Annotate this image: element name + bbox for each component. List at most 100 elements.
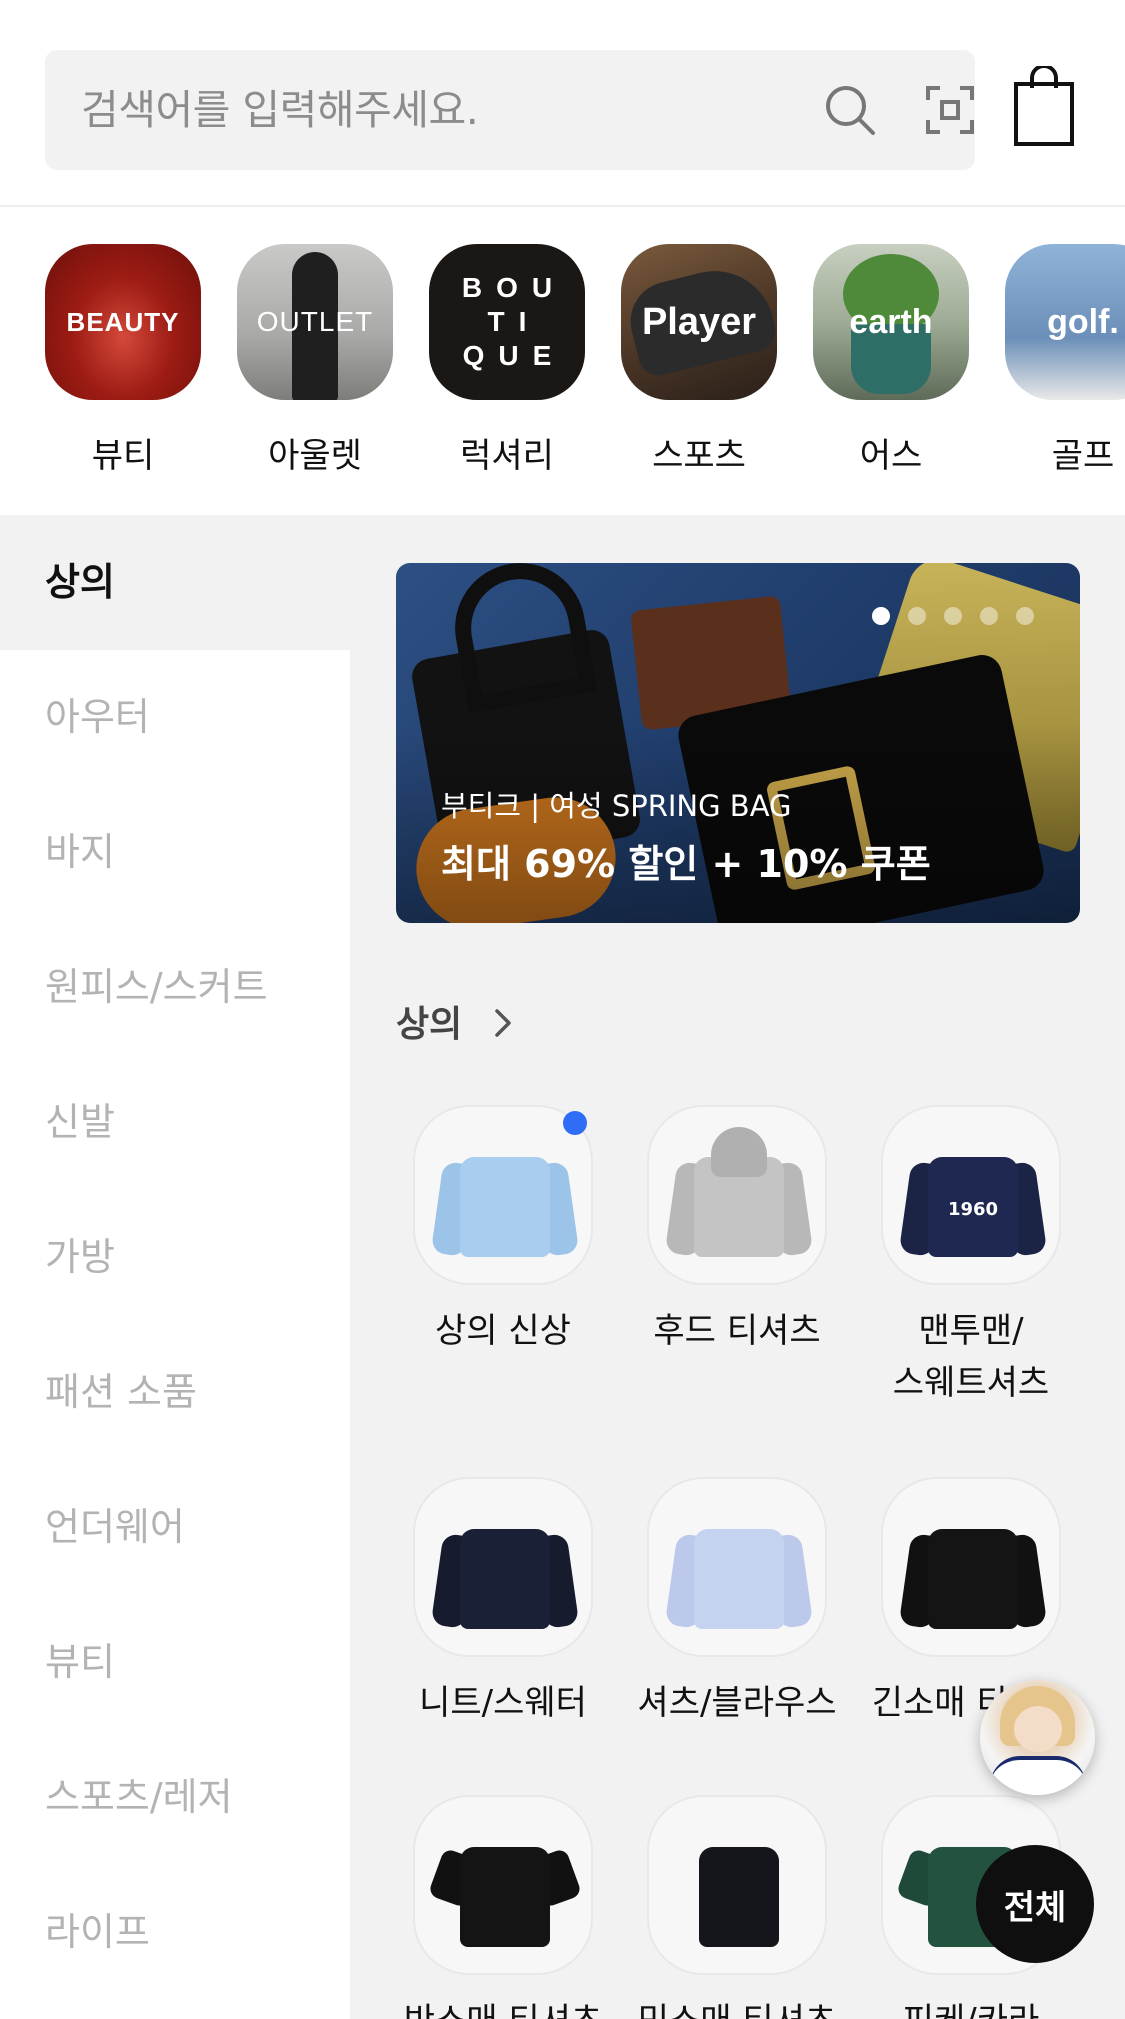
- category-shirt-blouse[interactable]: 셔츠/블라우스: [620, 1477, 854, 1729]
- avatar-shirt: [990, 1756, 1086, 1795]
- brand-label: 스포츠: [652, 436, 746, 476]
- sidebar-item-label: 상의: [45, 560, 115, 604]
- sidebar-item-tops[interactable]: 상의: [0, 515, 350, 650]
- brand-label: 어스: [859, 436, 923, 476]
- long-sleeve-tee-image: [928, 1529, 1018, 1629]
- sidebar-item-bags[interactable]: 가방: [0, 1190, 350, 1325]
- brand-thumbnail: Player: [621, 244, 777, 400]
- category-label: 니트/스웨터: [419, 1683, 587, 1723]
- search-input[interactable]: 검색어를 입력해주세요.: [81, 50, 479, 170]
- sidebar-item-label: 언더웨어: [45, 1505, 185, 1549]
- sidebar-item-label: 바지: [45, 830, 115, 874]
- sidebar-item-label: 원피스/스커트: [45, 965, 268, 1009]
- sidebar-item-label: 아우터: [45, 695, 150, 739]
- category-thumbnail: [413, 1795, 593, 1975]
- category-label: 민소매 티셔츠: [620, 1995, 854, 2019]
- category-thumbnail: 1960: [881, 1105, 1061, 1285]
- view-all-button[interactable]: 전체: [976, 1845, 1094, 1963]
- brand-label: 뷰티: [91, 436, 155, 476]
- brand-logo-text: earth: [849, 302, 933, 341]
- category-thumbnail: [413, 1105, 593, 1285]
- category-knit[interactable]: 니트/스웨터: [386, 1477, 620, 1729]
- tshirt-image: [460, 1847, 550, 1947]
- shopping-bag-icon[interactable]: [1012, 66, 1076, 148]
- promo-banner[interactable]: 부티크 | 여성 SPRING BAG 최대 69% 할인 + 10% 쿠폰: [396, 563, 1080, 923]
- sidebar-item-beauty[interactable]: 뷰티: [0, 1595, 350, 1730]
- category-label: 맨투맨/ 스웨트셔츠: [892, 1311, 1050, 1403]
- sidebar-item-accessories[interactable]: 패션 소품: [0, 1325, 350, 1460]
- sidebar-item-shoes[interactable]: 신발: [0, 1055, 350, 1190]
- sidebar-item-outer[interactable]: 아우터: [0, 650, 350, 785]
- knit-sweater-image: [460, 1157, 550, 1257]
- section-title[interactable]: 상의: [396, 995, 462, 1047]
- category-thumbnail: [647, 1795, 827, 1975]
- carousel-indicator: [872, 607, 1034, 625]
- carousel-dot[interactable]: [944, 607, 962, 625]
- brand-logo-text: golf.: [1047, 302, 1119, 341]
- brand-logo-text: Player: [641, 300, 757, 343]
- brand-outlet[interactable]: OUTLET 아울렛: [237, 244, 393, 477]
- scan-icon[interactable]: [920, 80, 980, 140]
- brand-earth[interactable]: earth 어스: [813, 244, 969, 477]
- sidebar-item-label: 라이프: [45, 1910, 150, 1954]
- brand-shortcuts: BEAUTY 뷰티 OUTLET 아울렛 BOU TI QUE 럭셔리 Play…: [0, 207, 1125, 515]
- sidebar-item-label: 신발: [45, 1100, 115, 1144]
- category-thumbnail: [647, 1105, 827, 1285]
- sidebar-item-life[interactable]: 라이프: [0, 1865, 350, 2000]
- category-label: 상의 신상: [435, 1311, 571, 1351]
- header: 검색어를 입력해주세요.: [0, 0, 1125, 207]
- sidebar-item-label: 패션 소품: [45, 1370, 197, 1414]
- category-label: 피케/카라: [854, 1995, 1088, 2019]
- brand-beauty[interactable]: BEAUTY 뷰티: [45, 244, 201, 477]
- category-sidebar: 상의 아우터 바지 원피스/스커트 신발 가방 패션 소품 언더웨어 뷰티 스포…: [0, 515, 350, 2019]
- sidebar-item-underwear[interactable]: 언더웨어: [0, 1460, 350, 1595]
- brand-thumbnail: OUTLET: [237, 244, 393, 400]
- sidebar-item-sports-leisure[interactable]: 스포츠/레저: [0, 1730, 350, 1865]
- shirt-image: [694, 1529, 784, 1629]
- search-icon[interactable]: [820, 80, 880, 140]
- banner-title: 최대 69% 할인 + 10% 쿠폰: [441, 842, 931, 886]
- sweatshirt-print: 1960: [947, 1199, 999, 1220]
- brand-sports[interactable]: Player 스포츠: [621, 244, 777, 477]
- carousel-dot[interactable]: [872, 607, 890, 625]
- brand-label: 골프: [1051, 436, 1115, 476]
- sidebar-item-pants[interactable]: 바지: [0, 785, 350, 920]
- sidebar-item-label: 가방: [45, 1235, 115, 1279]
- banner-subtitle: 부티크 | 여성 SPRING BAG: [441, 789, 792, 823]
- hoodie-hood: [711, 1127, 767, 1177]
- brand-thumbnail: golf.: [1005, 244, 1125, 400]
- brand-label: 아울렛: [268, 436, 362, 476]
- category-thumbnail: [647, 1477, 827, 1657]
- category-thumbnail: [881, 1477, 1061, 1657]
- category-hoodie[interactable]: 후드 티셔츠: [620, 1105, 854, 1357]
- brand-logo-text: OUTLET: [256, 306, 374, 337]
- category-short-sleeve[interactable]: 반소매 티셔츠: [386, 1795, 620, 2019]
- brand-thumbnail: earth: [813, 244, 969, 400]
- carousel-dot[interactable]: [908, 607, 926, 625]
- category-sweatshirt[interactable]: 1960 맨투맨/ 스웨트셔츠: [854, 1105, 1088, 1409]
- brand-logo-text: BEAUTY: [66, 306, 180, 337]
- sidebar-item-label: 스포츠/레저: [45, 1775, 233, 1819]
- category-sleeveless[interactable]: 민소매 티셔츠: [620, 1795, 854, 2019]
- sleeveless-image: [699, 1847, 779, 1947]
- carousel-dot[interactable]: [1016, 607, 1034, 625]
- brand-thumbnail: BOU TI QUE: [429, 244, 585, 400]
- search-bar[interactable]: 검색어를 입력해주세요.: [45, 50, 975, 170]
- chevron-right-icon[interactable]: [492, 1007, 514, 1039]
- floating-model-avatar[interactable]: [980, 1680, 1095, 1795]
- brand-label: 럭셔리: [460, 436, 554, 476]
- category-label: 반소매 티셔츠: [386, 1995, 620, 2019]
- category-label: 후드 티셔츠: [653, 1311, 821, 1351]
- brand-logo-text: BOU TI QUE: [461, 272, 567, 371]
- category-thumbnail: [413, 1477, 593, 1657]
- category-tops-new[interactable]: 상의 신상: [386, 1105, 620, 1357]
- avatar-face: [1014, 1706, 1062, 1752]
- carousel-dot[interactable]: [980, 607, 998, 625]
- knit-image: [460, 1529, 550, 1629]
- sidebar-item-dress-skirt[interactable]: 원피스/스커트: [0, 920, 350, 1055]
- category-label: 셔츠/블라우스: [637, 1683, 837, 1723]
- brand-thumbnail: BEAUTY: [45, 244, 201, 400]
- brand-golf[interactable]: golf. 골프: [1005, 244, 1125, 477]
- brand-luxury[interactable]: BOU TI QUE 럭셔리: [429, 244, 585, 477]
- sidebar-item-label: 뷰티: [45, 1640, 115, 1684]
